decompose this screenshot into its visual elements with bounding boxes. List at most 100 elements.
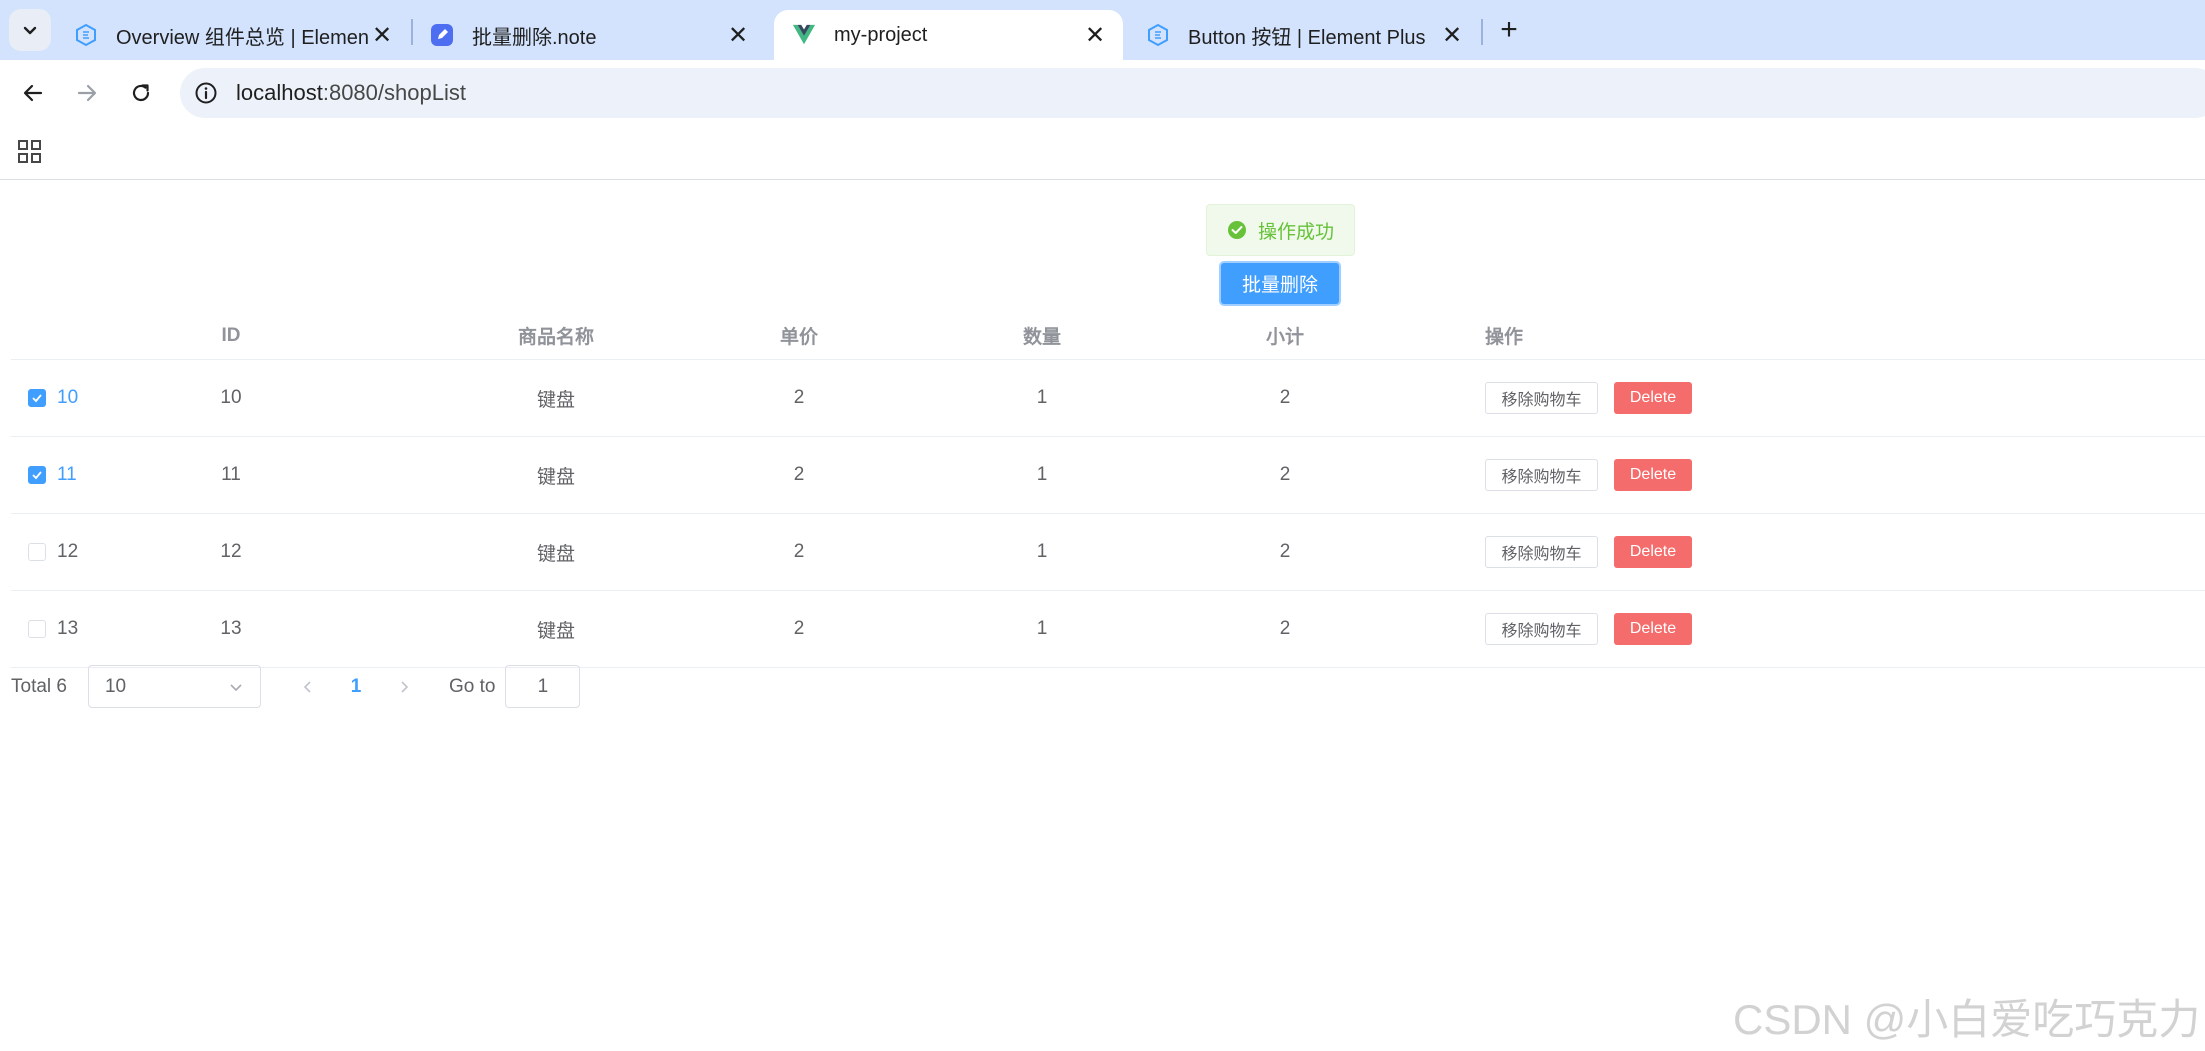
cell-price: 2 [793,464,805,485]
chevron-down-icon [23,26,37,35]
bookmarks-bar [0,126,2205,180]
back-button[interactable] [15,75,51,111]
browser-toolbar: localhost:8080/shopList [0,60,2205,126]
reload-icon [132,84,150,102]
remove-from-cart-button[interactable]: 移除购物车 [1485,382,1598,414]
header-quantity: 数量 [1022,327,1061,348]
cell-operations: 移除购物车 Delete [1485,437,1885,513]
site-info-icon[interactable] [192,79,220,107]
cell-quantity: 1 [1036,618,1048,639]
header-select [11,312,121,359]
delete-button[interactable]: Delete [1614,459,1692,491]
row-checkbox[interactable] [28,620,46,638]
table-row: 13 13 键盘 2 1 2 移除购物车 Delete [11,591,2205,668]
header-name: 商品名称 [517,327,594,348]
close-icon[interactable]: ✕ [1081,21,1109,49]
goto-page-input[interactable]: 1 [505,665,581,708]
shop-list-page: 操作成功 批量删除 ID 商品名称 单价 数量 小计 操作 10 10 键盘 2… [0,181,2205,1051]
close-icon[interactable]: ✕ [368,21,396,49]
cell-id: 11 [221,464,241,485]
prev-page-button[interactable] [293,672,323,702]
row-checkbox[interactable] [28,543,46,561]
check-circle-icon [1228,221,1246,239]
cell-name: 键盘 [536,543,575,565]
header-id: ID [221,324,241,346]
delete-button[interactable]: Delete [1614,613,1692,645]
batch-delete-button[interactable]: 批量删除 [1219,261,1341,306]
checkbox-label[interactable]: 12 [57,541,78,563]
row-select[interactable]: 11 [11,437,121,513]
chevron-right-icon [401,680,409,693]
row-select[interactable]: 12 [11,514,121,590]
table-row: 12 12 键盘 2 1 2 移除购物车 Delete [11,514,2205,591]
header-price: 单价 [779,327,818,348]
header-operations: 操作 [1485,327,1524,348]
cell-subtotal: 2 [1279,618,1291,639]
browser-tab-my-project[interactable]: my-project ✕ [774,10,1123,60]
note-icon [430,23,454,47]
checkbox-label[interactable]: 13 [57,618,78,640]
url-path: :8080/shopList [322,80,466,105]
remove-from-cart-button[interactable]: 移除购物车 [1485,613,1598,645]
table-row: 11 11 键盘 2 1 2 移除购物车 Delete [11,437,2205,514]
browser-tab-note[interactable]: 批量删除.note ✕ [412,10,766,60]
checkbox-label[interactable]: 11 [57,464,77,486]
check-icon [32,394,42,403]
delete-button[interactable]: Delete [1614,382,1692,414]
page-size-select[interactable]: 10 [87,665,261,708]
remove-from-cart-button[interactable]: 移除购物车 [1485,459,1598,491]
cell-price: 2 [793,387,805,408]
new-tab-button[interactable]: + [1494,12,1524,48]
element-logo-icon [1146,23,1170,47]
cell-subtotal: 2 [1279,387,1291,408]
address-bar[interactable]: localhost:8080/shopList [180,68,2205,118]
page-size-value: 10 [104,675,127,697]
cell-id: 13 [220,618,242,639]
url-text: localhost:8080/shopList [236,80,466,106]
tab-title: 批量删除.note [472,26,597,49]
cell-id: 10 [220,387,242,408]
browser-tab-strip: Overview 组件总览 | Element ✕ 批量删除.note ✕ my… [0,0,2205,60]
check-icon [32,471,42,480]
row-select[interactable]: 13 [11,591,121,667]
header-subtotal: 小计 [1265,327,1304,348]
delete-button[interactable]: Delete [1614,536,1692,568]
next-page-button[interactable] [389,672,419,702]
close-icon[interactable]: ✕ [724,21,752,49]
remove-from-cart-button[interactable]: 移除购物车 [1485,536,1598,568]
browser-tab-overview[interactable]: Overview 组件总览 | Element ✕ [56,10,410,60]
row-checkbox[interactable] [28,466,46,484]
browser-tab-button[interactable]: Button 按钮 | Element Plus ✕ [1128,10,1480,60]
page-number-current[interactable]: 1 [339,676,373,698]
table-row: 10 10 键盘 2 1 2 移除购物车 Delete [11,360,2205,437]
cell-subtotal: 2 [1279,464,1291,485]
cell-quantity: 1 [1036,464,1048,485]
url-host: localhost [236,80,323,105]
cell-operations: 移除购物车 Delete [1485,360,1885,436]
apps-grid-icon[interactable] [16,138,44,166]
cell-name: 键盘 [536,620,575,642]
cell-quantity: 1 [1036,387,1048,408]
tab-divider [1481,19,1483,45]
cell-subtotal: 2 [1279,541,1291,562]
success-message: 操作成功 [1206,204,1355,256]
table-header: ID 商品名称 单价 数量 小计 操作 [11,312,2205,360]
checkbox-label[interactable]: 10 [57,387,78,409]
tab-title: Overview 组件总览 | Element [116,26,368,49]
cell-name: 键盘 [536,466,575,488]
arrow-right-icon [77,84,97,102]
row-select[interactable]: 10 [11,360,121,436]
row-checkbox[interactable] [28,389,46,407]
success-message-text: 操作成功 [1258,221,1335,243]
tab-search-button[interactable] [9,9,51,51]
cell-operations: 移除购物车 Delete [1485,591,1885,667]
pagination-total: Total 6 [11,675,67,697]
chevron-down-icon [230,683,242,691]
tab-title: Button 按钮 | Element Plus [1188,26,1426,49]
reload-button[interactable] [123,75,159,111]
element-logo-icon [74,23,98,47]
watermark-text: CSDN @小白爱吃巧克力 [1733,996,2201,1043]
close-icon[interactable]: ✕ [1438,21,1466,49]
forward-button[interactable] [69,75,105,111]
vue-logo-icon [792,23,816,47]
